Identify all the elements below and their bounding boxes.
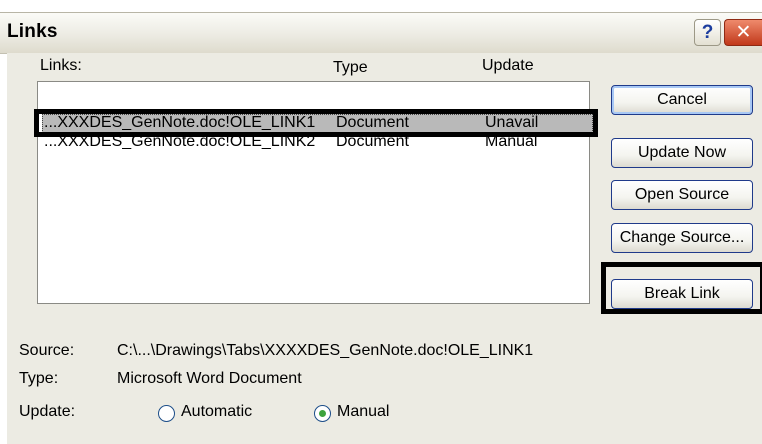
radio-checked-icon: [314, 405, 331, 422]
type-label: Type:: [19, 370, 59, 387]
help-button[interactable]: ?: [694, 19, 721, 46]
update-header: Update: [482, 57, 534, 74]
dialog-body: Links: Type Update ...XXXDES_GenNote.doc…: [7, 53, 762, 444]
break-link-button[interactable]: Break Link: [611, 279, 753, 309]
update-label: Update:: [19, 403, 76, 420]
type-value: Microsoft Word Document: [117, 370, 302, 387]
source-value: C:\...\Drawings\Tabs\XXXXDES_GenNote.doc…: [117, 342, 534, 359]
open-source-button[interactable]: Open Source: [611, 180, 753, 210]
radio-dot-icon: [319, 410, 326, 417]
links-header: Links:: [40, 57, 82, 74]
source-label: Source:: [19, 342, 75, 359]
change-source-button[interactable]: Change Source...: [611, 223, 753, 253]
dialog-title: Links: [7, 21, 58, 42]
update-now-button[interactable]: Update Now: [611, 138, 753, 168]
radio-unchecked-icon: [158, 405, 175, 422]
row-highlight-box: [34, 109, 598, 137]
help-icon: ?: [701, 21, 714, 43]
cancel-button[interactable]: Cancel: [611, 85, 753, 115]
close-icon: ✕: [735, 22, 752, 43]
close-button[interactable]: ✕: [724, 19, 762, 46]
manual-label: Manual: [337, 403, 390, 420]
title-bar[interactable]: Links ? ✕: [0, 12, 762, 54]
type-header: Type: [333, 59, 368, 76]
automatic-label: Automatic: [181, 403, 253, 420]
